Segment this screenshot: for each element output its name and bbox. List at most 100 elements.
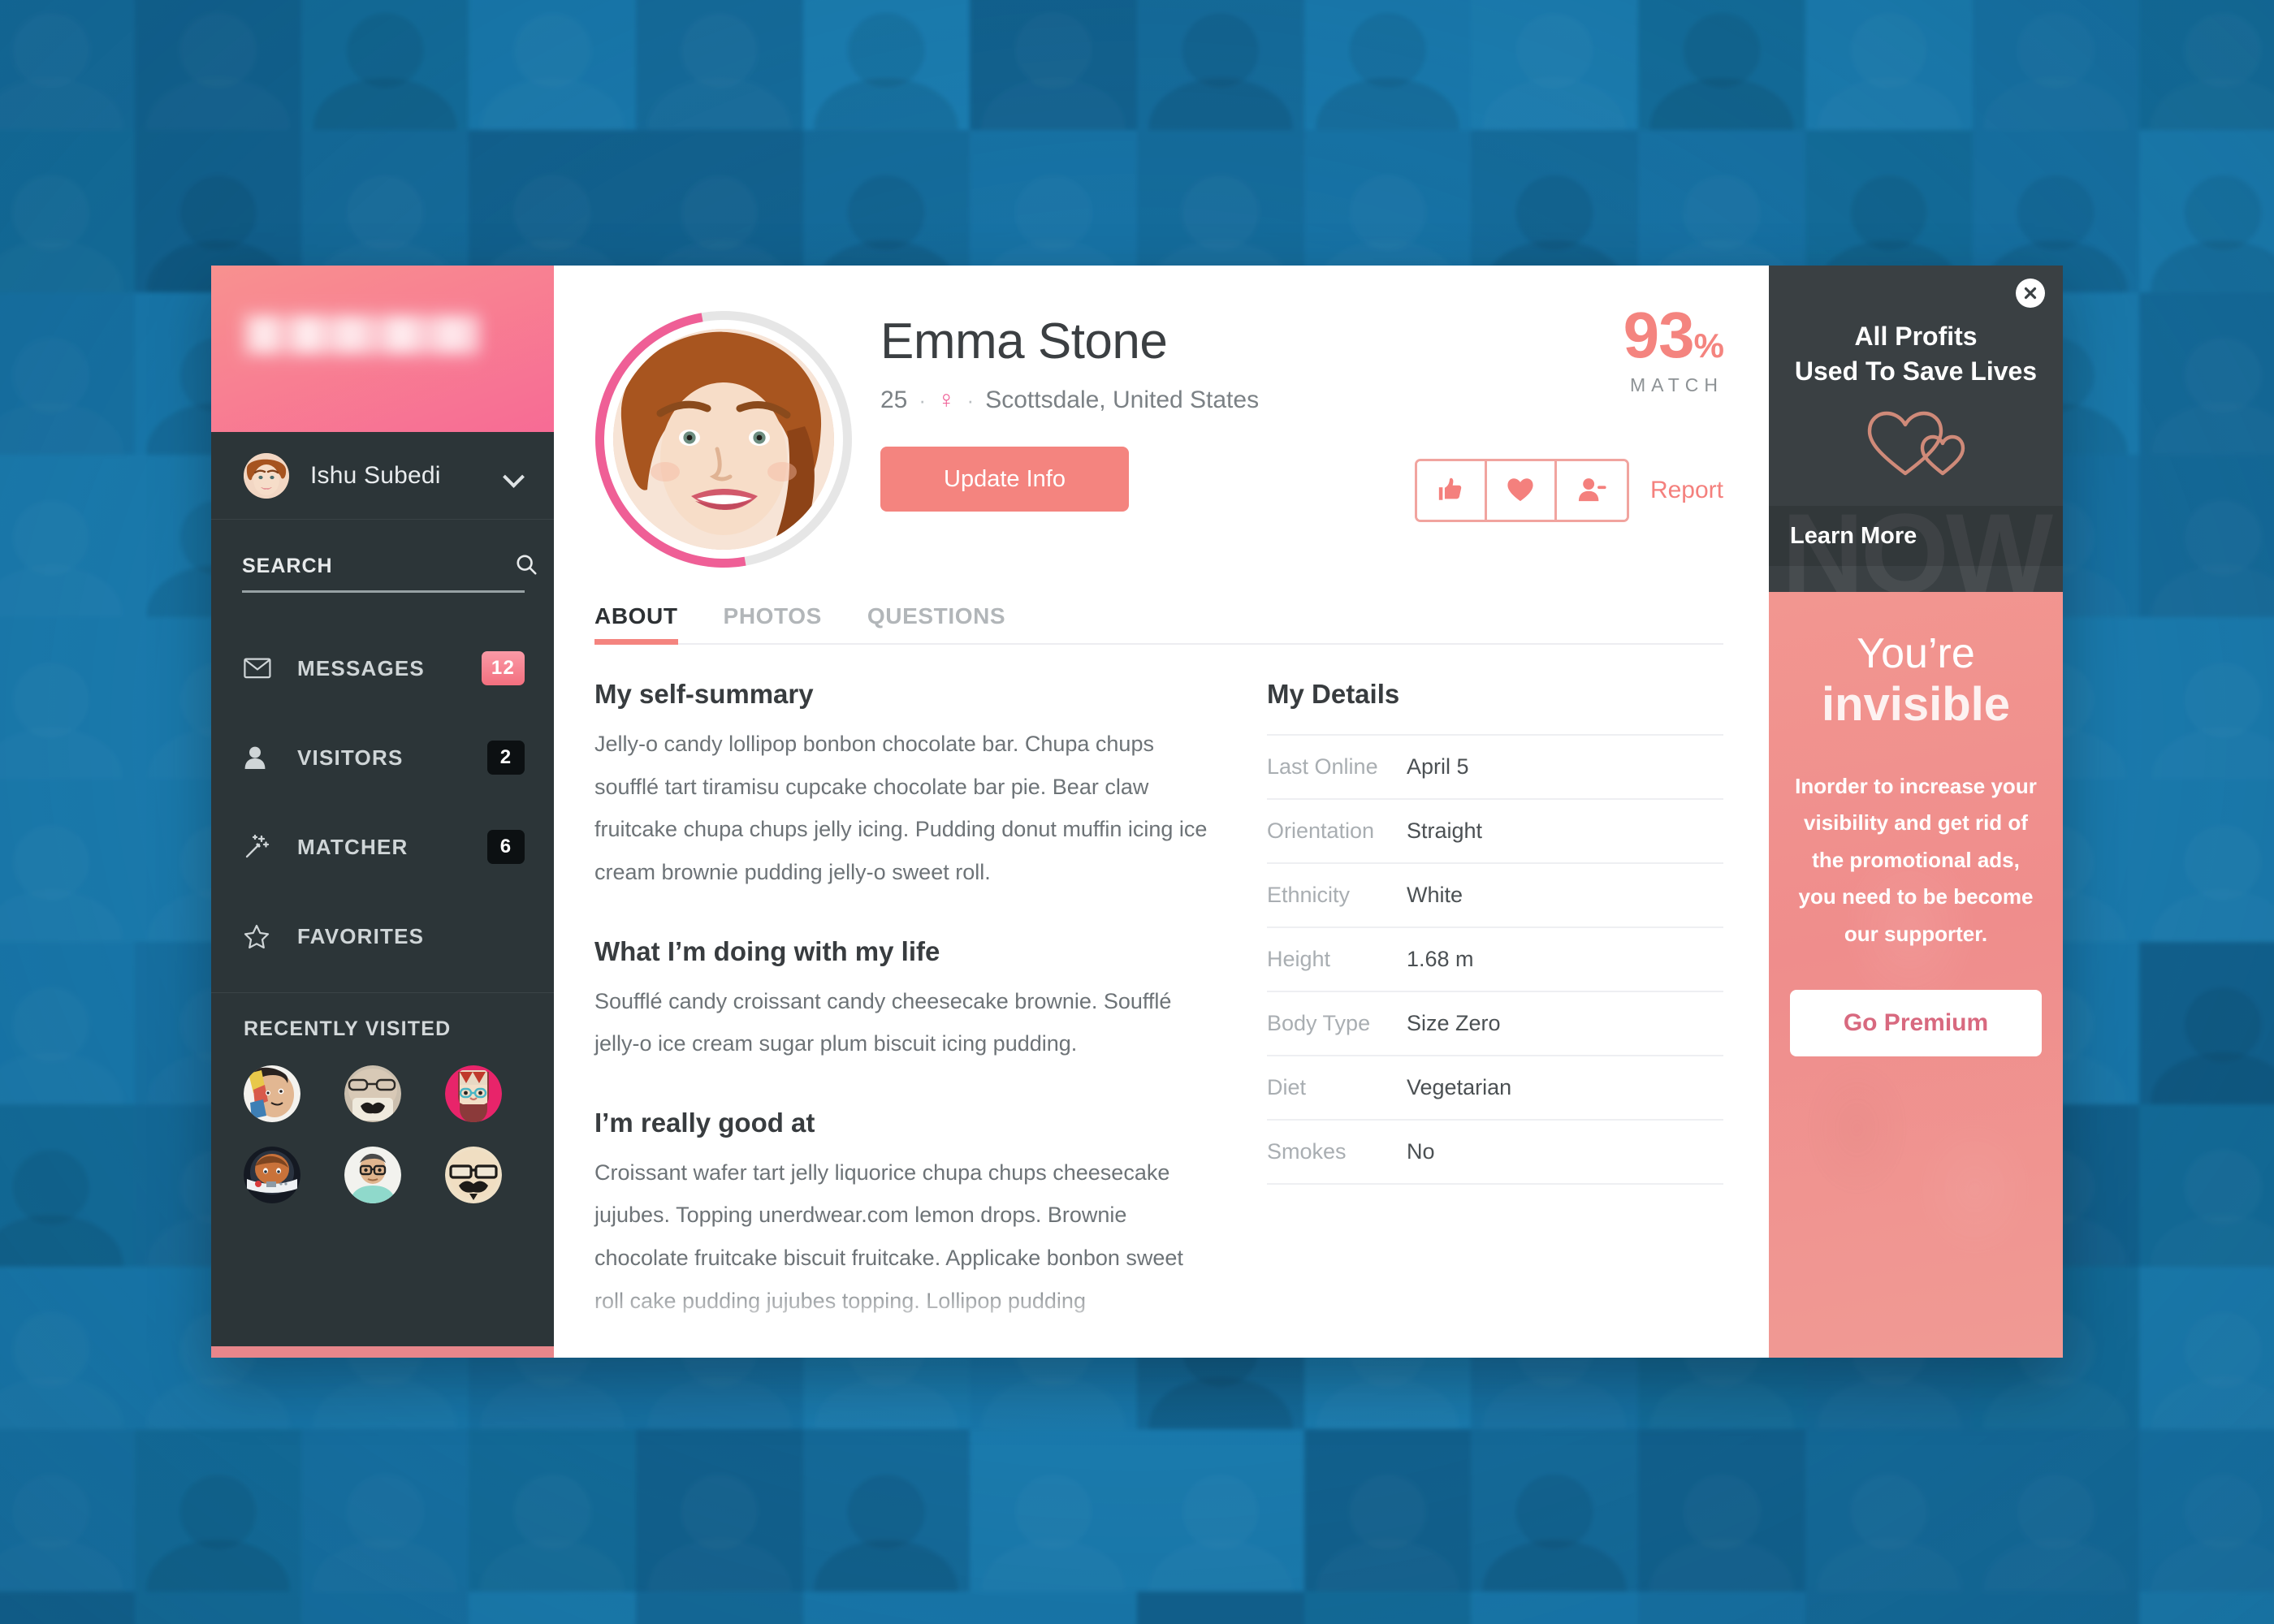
tab-questions[interactable]: QUESTIONS [867,603,1005,643]
like-button[interactable] [1416,461,1487,520]
meta-separator: · [966,387,975,412]
gender-female-icon: ♀ [937,387,956,413]
envelope-icon [244,658,278,679]
sidebar-item-messages[interactable]: MESSAGES 12 [211,624,554,713]
profile-location: Scottsdale, United States [985,387,1260,413]
sidebar-nav: MESSAGES 12 VISITORS 2 MATCHER 6 FAVORIT… [211,624,554,981]
match-number: 93 [1623,299,1695,371]
section-heading: I’m really good at [594,1107,815,1138]
charity-ad-line2: Used To Save Lives [1794,356,2038,387]
brand-logo-blurred [245,316,481,353]
table-row: Body Type Size Zero [1267,991,1723,1056]
list-item[interactable] [244,1065,300,1122]
detail-value: White [1407,883,1463,907]
magic-wand-icon [244,834,278,860]
avatar[interactable] [613,329,834,550]
percent-sign: % [1693,326,1724,365]
about-column: My self-summary Jelly-o candy lollipop b… [594,679,1212,1358]
sidebar-item-matcher[interactable]: MATCHER 6 [211,802,554,892]
detail-key: Height [1267,947,1331,971]
table-row: Orientation Straight [1267,799,1723,863]
charity-ad-headline: All Profits Used To Save Lives [1769,319,2063,389]
search-box[interactable] [242,552,537,593]
section-text: Croissant wafer tart jelly liquorice chu… [594,1160,1183,1313]
premium-ad-content: You’re invisible Inorder to increase you… [1790,630,2042,1057]
premium-ad-body: Inorder to increase your visibility and … [1795,773,2037,946]
section-text: Soufflé candy croissant candy cheesecake… [594,988,1172,1056]
table-row: Last Online April 5 [1267,735,1723,799]
chevron-down-icon[interactable] [504,465,525,486]
search-icon[interactable] [514,552,538,581]
sidebar-item-visitors[interactable]: VISITORS 2 [211,713,554,802]
current-user-name: Ishu Subedi [310,461,441,489]
status-badge: 2 [487,741,525,775]
person-icon [244,745,278,770]
detail-value: April 5 [1407,754,1469,779]
page-title: Emma Stone [880,313,1168,369]
detail-key: Last Online [1267,754,1378,779]
app-window: Ishu Subedi MESSAGES [211,266,2063,1358]
detail-value: 1.68 m [1407,947,1474,971]
current-user-bar[interactable]: Ishu Subedi [211,432,554,520]
details-column: My Details Last Online April 5 Orientati… [1267,679,1723,1358]
list-item[interactable] [344,1147,401,1203]
match-label: MATCH [1629,374,1723,395]
thumbs-up-icon [1437,476,1464,506]
list-item[interactable] [344,1065,401,1122]
profile-meta: 25 · ♀ · Scottsdale, United States [880,387,1723,414]
star-icon [244,924,278,949]
status-badge: 6 [487,830,525,864]
recently-visited-title: RECENTLY VISITED [244,1017,452,1040]
person-remove-icon [1577,477,1606,505]
sidebar-item-label: VISITORS [297,745,404,770]
detail-key: Body Type [1267,1011,1371,1035]
section-heading: My self-summary [594,679,814,709]
table-row: Height 1.68 m [1267,927,1723,991]
meta-separator: · [919,387,927,412]
detail-key: Diet [1267,1075,1307,1099]
recently-visited-grid [244,1065,521,1203]
detail-value: Size Zero [1407,1011,1501,1035]
avatar [244,452,289,499]
profile-completeness-ring [554,266,903,619]
list-item[interactable] [244,1147,300,1203]
tab-photos[interactable]: PHOTOS [724,603,822,643]
charity-ad-line1: All Profits [1854,322,1978,351]
list-item[interactable] [445,1147,502,1203]
profile-header: Emma Stone 25 · ♀ · Scottsdale, United S… [554,266,1769,619]
go-premium-button[interactable]: Go Premium [1790,990,2042,1057]
table-row: Diet Vegetarian [1267,1056,1723,1120]
detail-value: Straight [1407,818,1483,843]
profile-avatar-wrap [554,266,903,619]
search-input[interactable] [242,555,514,578]
charity-ad: NOW All Profits Used To Save Lives Learn… [1769,266,2063,592]
close-icon[interactable] [2016,279,2045,308]
detail-key: Ethnicity [1267,883,1351,907]
detail-value: No [1407,1139,1435,1164]
double-heart-outline-icon [1769,408,2063,478]
match-percent-value: 93% [1623,303,1724,368]
report-link[interactable]: Report [1650,477,1723,504]
learn-more-button[interactable]: Learn More [1769,506,2063,567]
tab-about[interactable]: ABOUT [594,603,678,645]
recently-visited-section: RECENTLY VISITED [211,992,554,1346]
block-button[interactable] [1556,461,1627,520]
match-score: 93% MATCH [1623,303,1724,396]
detail-key: Smokes [1267,1139,1347,1164]
section-heading: What I’m doing with my life [594,935,940,966]
table-row: Smokes No [1267,1120,1723,1184]
list-item[interactable] [445,1065,502,1122]
details-table: Last Online April 5 Orientation Straight… [1267,734,1723,1185]
favorite-button[interactable] [1486,461,1557,520]
action-button-group [1414,459,1629,522]
profile-panel: Emma Stone 25 · ♀ · Scottsdale, United S… [554,266,1769,1358]
table-row: Ethnicity White [1267,863,1723,927]
sidebar-item-label: MATCHER [297,834,409,859]
profile-body: My self-summary Jelly-o candy lollipop b… [554,679,1769,1358]
details-title: My Details [1267,679,1400,709]
sidebar-item-favorites[interactable]: FAVORITES [211,892,554,981]
section-text: Jelly-o candy lollipop bonbon chocolate … [594,732,1208,884]
update-info-button[interactable]: Update Info [880,447,1129,512]
premium-ad: You’re invisible Inorder to increase you… [1769,592,2063,1358]
premium-ad-title-line1: You’re [1857,630,1975,677]
